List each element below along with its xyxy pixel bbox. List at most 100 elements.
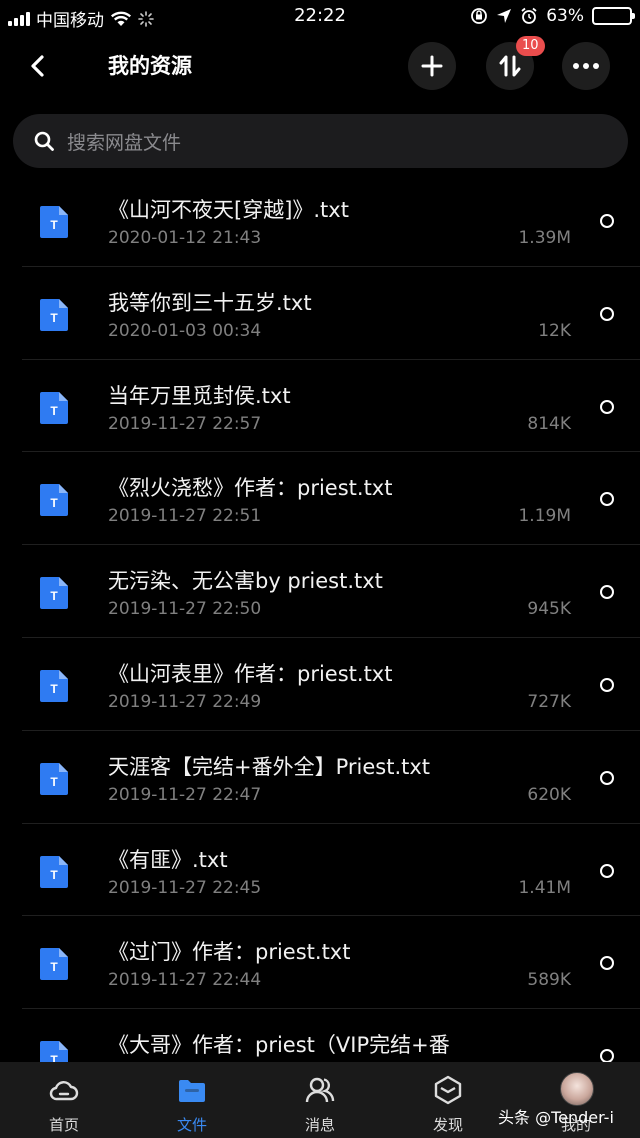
tab-messages[interactable]: 消息: [256, 1062, 384, 1138]
text-file-icon: T: [40, 669, 68, 702]
file-row[interactable]: T 《有匪》.txt 2019-11-27 22:45 1.41M: [22, 824, 640, 917]
alarm-icon: [521, 7, 537, 24]
nav-header: 我的资源 10: [0, 34, 640, 98]
select-radio[interactable]: [600, 399, 614, 414]
svg-text:T: T: [50, 311, 58, 325]
file-row[interactable]: T 我等你到三十五岁.txt 2020-01-03 00:34 12K: [22, 267, 640, 360]
text-file-icon: T: [40, 1041, 68, 1062]
file-row[interactable]: T 《山河不夜天[穿越]》.txt 2020-01-12 21:43 1.39M: [22, 174, 640, 267]
file-date: 2019-11-27 22:51: [108, 506, 262, 527]
file-size: 945K: [527, 599, 571, 620]
text-file-icon: T: [40, 484, 68, 517]
file-name: 《烈火浇愁》作者：priest.txt: [108, 476, 393, 501]
file-date: 2020-01-12 21:43: [108, 228, 262, 248]
svg-text:T: T: [50, 682, 58, 696]
svg-text:T: T: [50, 589, 58, 603]
select-radio[interactable]: [600, 770, 614, 785]
file-row[interactable]: T 《山河表里》作者：priest.txt 2019-11-27 22:49 727K: [22, 638, 640, 731]
chevron-left-icon: [31, 55, 44, 77]
select-radio[interactable]: [600, 306, 614, 321]
file-row[interactable]: T 《大哥》作者：priest（VIP完结+番: [22, 1009, 640, 1062]
file-date: 2019-11-27 22:49: [108, 691, 262, 712]
search-icon: [34, 131, 54, 151]
file-date: 2019-11-27 22:45: [108, 877, 262, 898]
file-row[interactable]: T 《烈火浇愁》作者：priest.txt 2019-11-27 22:51 1.19…: [22, 452, 640, 546]
file-size: 620K: [527, 784, 571, 805]
more-button[interactable]: [562, 42, 610, 90]
add-button[interactable]: [408, 42, 456, 90]
status-bar: 中国移动 22:22 63%: [0, 0, 640, 34]
file-name: 《有匪》.txt: [108, 847, 228, 872]
tab-label: 首页: [48, 1116, 79, 1134]
svg-text:T: T: [50, 775, 58, 789]
select-radio[interactable]: [600, 214, 614, 228]
file-row[interactable]: T 当年万里觅封侯.txt 2019-11-27 22:57 814K: [22, 360, 640, 453]
back-button[interactable]: [22, 50, 54, 82]
text-file-icon: T: [40, 948, 68, 981]
watermark: 头条 @Tender-i: [498, 1108, 614, 1127]
select-radio[interactable]: [600, 863, 614, 878]
tab-discover[interactable]: 发现: [384, 1062, 512, 1138]
search-placeholder: 搜索网盘文件: [67, 131, 182, 154]
file-row[interactable]: T 《过门》作者：priest.txt 2019-11-27 22:44 589K: [22, 916, 640, 1010]
file-name: 《过门》作者：priest.txt: [108, 940, 351, 965]
select-radio[interactable]: [600, 677, 614, 692]
tab-label: 消息: [304, 1116, 335, 1134]
folder-icon: [179, 1080, 205, 1102]
file-name: 当年万里觅封侯.txt: [108, 383, 291, 408]
select-radio[interactable]: [600, 956, 614, 971]
svg-text:T: T: [50, 218, 58, 232]
svg-text:T: T: [50, 960, 58, 974]
text-file-icon: T: [40, 855, 68, 888]
status-right: 63%: [470, 6, 635, 26]
svg-text:T: T: [50, 496, 58, 510]
file-name: 《山河表里》作者：priest.txt: [108, 661, 393, 686]
text-file-icon: T: [40, 762, 68, 795]
file-date: 2020-01-03 00:34: [108, 320, 262, 341]
cloud-icon: [49, 1081, 79, 1101]
battery-icon: [592, 7, 635, 25]
people-icon: [305, 1077, 335, 1103]
orientation-lock-icon: [471, 8, 488, 24]
page-title: 我的资源: [108, 54, 192, 78]
tab-label: 发现: [432, 1116, 463, 1134]
file-row[interactable]: T 天涯客【完结+番外全】Priest.txt 2019-11-27 22:47 62…: [22, 731, 640, 824]
file-list: T 《山河不夜天[穿越]》.txt 2020-01-12 21:43 1.39M T 我等…: [0, 174, 640, 1062]
search-input[interactable]: 搜索网盘文件: [13, 114, 628, 168]
file-size: 1.39M: [518, 228, 571, 248]
battery-percent: 63%: [546, 6, 584, 26]
select-radio[interactable]: [600, 585, 614, 600]
svg-text:T: T: [50, 1053, 58, 1062]
file-name: 无污染、无公害by priest.txt: [108, 569, 383, 594]
tab-files[interactable]: 文件: [128, 1062, 256, 1138]
location-icon: [497, 9, 512, 23]
text-file-icon: T: [40, 577, 68, 610]
file-name: 《山河不夜天[穿越]》.txt: [108, 198, 349, 222]
file-name: 天涯客【完结+番外全】Priest.txt: [108, 754, 431, 779]
file-date: 2019-11-27 22:44: [108, 970, 262, 991]
file-size: 1.19M: [518, 506, 571, 527]
file-name: 《大哥》作者：priest（VIP完结+番: [108, 1033, 450, 1058]
file-date: 2019-11-27 22:57: [108, 413, 262, 434]
file-row[interactable]: T 无污染、无公害by priest.txt 2019-11-27 22:50 945…: [22, 545, 640, 638]
file-name: 我等你到三十五岁.txt: [108, 290, 312, 315]
select-radio[interactable]: [600, 1049, 614, 1062]
svg-text:T: T: [50, 404, 58, 418]
file-size: 1.41M: [518, 877, 571, 898]
svg-text:T: T: [50, 868, 58, 882]
transfer-arrows-icon: [499, 55, 521, 77]
file-date: 2019-11-27 22:50: [108, 599, 262, 620]
text-file-icon: T: [40, 298, 68, 331]
text-file-icon: T: [40, 206, 68, 238]
text-file-icon: T: [40, 391, 68, 424]
file-size: 727K: [527, 691, 571, 712]
avatar[interactable]: [560, 1072, 594, 1106]
file-size: 589K: [527, 970, 571, 991]
more-dots-icon: [573, 63, 599, 69]
select-radio[interactable]: [600, 492, 614, 507]
file-date: 2019-11-27 22:47: [108, 784, 262, 805]
tab-home[interactable]: 首页: [0, 1062, 128, 1138]
cube-icon: [434, 1075, 462, 1105]
plus-icon: [421, 55, 443, 77]
file-size: 12K: [538, 320, 571, 341]
